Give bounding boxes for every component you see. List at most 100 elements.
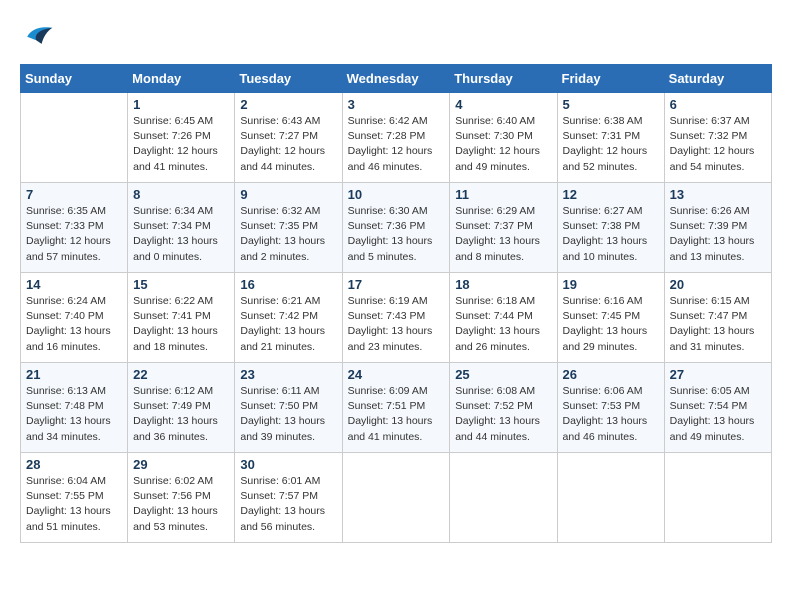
day-number: 5 <box>563 97 659 112</box>
calendar-cell <box>557 453 664 543</box>
day-info: Sunrise: 6:26 AMSunset: 7:39 PMDaylight:… <box>670 204 766 265</box>
day-info: Sunrise: 6:42 AMSunset: 7:28 PMDaylight:… <box>348 114 445 175</box>
day-info: Sunrise: 6:35 AMSunset: 7:33 PMDaylight:… <box>26 204 122 265</box>
column-header-sunday: Sunday <box>21 65 128 93</box>
day-number: 21 <box>26 367 122 382</box>
day-number: 17 <box>348 277 445 292</box>
day-number: 4 <box>455 97 551 112</box>
day-number: 18 <box>455 277 551 292</box>
calendar-cell: 29 Sunrise: 6:02 AMSunset: 7:56 PMDayligh… <box>128 453 235 543</box>
calendar-header-row: SundayMondayTuesdayWednesdayThursdayFrid… <box>21 65 772 93</box>
calendar-cell: 1 Sunrise: 6:45 AMSunset: 7:26 PMDaylight… <box>128 93 235 183</box>
day-number: 25 <box>455 367 551 382</box>
day-number: 13 <box>670 187 766 202</box>
day-number: 23 <box>240 367 336 382</box>
column-header-saturday: Saturday <box>664 65 771 93</box>
day-info: Sunrise: 6:08 AMSunset: 7:52 PMDaylight:… <box>455 384 551 445</box>
calendar-cell: 11Sunrise: 6:29 AMSunset: 7:37 PMDayligh… <box>450 183 557 273</box>
day-number: 11 <box>455 187 551 202</box>
day-info: Sunrise: 6:45 AMSunset: 7:26 PMDaylight:… <box>133 114 229 175</box>
day-number: 27 <box>670 367 766 382</box>
calendar-cell: 21 Sunrise: 6:13 AMSunset: 7:48 PMDayligh… <box>21 363 128 453</box>
calendar-week-row: 1 Sunrise: 6:45 AMSunset: 7:26 PMDaylight… <box>21 93 772 183</box>
calendar-week-row: 14 Sunrise: 6:24 AMSunset: 7:40 PMDayligh… <box>21 273 772 363</box>
day-number: 1 <box>133 97 229 112</box>
day-info: Sunrise: 6:06 AMSunset: 7:53 PMDaylight:… <box>563 384 659 445</box>
logo <box>20 20 62 48</box>
day-number: 14 <box>26 277 122 292</box>
day-info: Sunrise: 6:18 AMSunset: 7:44 PMDaylight:… <box>455 294 551 355</box>
calendar-cell: 5Sunrise: 6:38 AMSunset: 7:31 PMDaylight… <box>557 93 664 183</box>
column-header-monday: Monday <box>128 65 235 93</box>
calendar-cell: 3 Sunrise: 6:42 AMSunset: 7:28 PMDaylight… <box>342 93 450 183</box>
calendar-cell: 8Sunrise: 6:34 AMSunset: 7:34 PMDaylight… <box>128 183 235 273</box>
day-number: 30 <box>240 457 336 472</box>
calendar-week-row: 7 Sunrise: 6:35 AMSunset: 7:33 PMDaylight… <box>21 183 772 273</box>
day-info: Sunrise: 6:37 AMSunset: 7:32 PMDaylight:… <box>670 114 766 175</box>
calendar-week-row: 28 Sunrise: 6:04 AMSunset: 7:55 PMDayligh… <box>21 453 772 543</box>
calendar-week-row: 21 Sunrise: 6:13 AMSunset: 7:48 PMDayligh… <box>21 363 772 453</box>
day-info: Sunrise: 6:16 AMSunset: 7:45 PMDaylight:… <box>563 294 659 355</box>
calendar-cell: 16 Sunrise: 6:21 AMSunset: 7:42 PMDayligh… <box>235 273 342 363</box>
column-header-friday: Friday <box>557 65 664 93</box>
calendar-cell: 14 Sunrise: 6:24 AMSunset: 7:40 PMDayligh… <box>21 273 128 363</box>
day-number: 2 <box>240 97 336 112</box>
day-number: 16 <box>240 277 336 292</box>
day-info: Sunrise: 6:30 AMSunset: 7:36 PMDaylight:… <box>348 204 445 265</box>
day-info: Sunrise: 6:40 AMSunset: 7:30 PMDaylight:… <box>455 114 551 175</box>
calendar-cell <box>21 93 128 183</box>
column-header-wednesday: Wednesday <box>342 65 450 93</box>
day-info: Sunrise: 6:43 AMSunset: 7:27 PMDaylight:… <box>240 114 336 175</box>
day-info: Sunrise: 6:12 AMSunset: 7:49 PMDaylight:… <box>133 384 229 445</box>
day-number: 24 <box>348 367 445 382</box>
day-info: Sunrise: 6:05 AMSunset: 7:54 PMDaylight:… <box>670 384 766 445</box>
calendar-cell: 2 Sunrise: 6:43 AMSunset: 7:27 PMDaylight… <box>235 93 342 183</box>
calendar-cell: 26 Sunrise: 6:06 AMSunset: 7:53 PMDayligh… <box>557 363 664 453</box>
calendar-cell: 25 Sunrise: 6:08 AMSunset: 7:52 PMDayligh… <box>450 363 557 453</box>
column-header-tuesday: Tuesday <box>235 65 342 93</box>
calendar-cell: 17 Sunrise: 6:19 AMSunset: 7:43 PMDayligh… <box>342 273 450 363</box>
day-info: Sunrise: 6:21 AMSunset: 7:42 PMDaylight:… <box>240 294 336 355</box>
day-info: Sunrise: 6:15 AMSunset: 7:47 PMDaylight:… <box>670 294 766 355</box>
page-header <box>20 20 772 48</box>
day-info: Sunrise: 6:02 AMSunset: 7:56 PMDaylight:… <box>133 474 229 535</box>
calendar-cell: 15Sunrise: 6:22 AMSunset: 7:41 PMDayligh… <box>128 273 235 363</box>
column-header-thursday: Thursday <box>450 65 557 93</box>
day-info: Sunrise: 6:13 AMSunset: 7:48 PMDaylight:… <box>26 384 122 445</box>
day-number: 7 <box>26 187 122 202</box>
day-info: Sunrise: 6:19 AMSunset: 7:43 PMDaylight:… <box>348 294 445 355</box>
calendar-cell: 10Sunrise: 6:30 AMSunset: 7:36 PMDayligh… <box>342 183 450 273</box>
calendar-cell: 24 Sunrise: 6:09 AMSunset: 7:51 PMDayligh… <box>342 363 450 453</box>
day-info: Sunrise: 6:01 AMSunset: 7:57 PMDaylight:… <box>240 474 336 535</box>
calendar-cell: 28 Sunrise: 6:04 AMSunset: 7:55 PMDayligh… <box>21 453 128 543</box>
day-number: 15 <box>133 277 229 292</box>
day-number: 22 <box>133 367 229 382</box>
day-number: 28 <box>26 457 122 472</box>
calendar-cell: 18 Sunrise: 6:18 AMSunset: 7:44 PMDayligh… <box>450 273 557 363</box>
calendar-table: SundayMondayTuesdayWednesdayThursdayFrid… <box>20 64 772 543</box>
day-info: Sunrise: 6:04 AMSunset: 7:55 PMDaylight:… <box>26 474 122 535</box>
calendar-cell: 6Sunrise: 6:37 AMSunset: 7:32 PMDaylight… <box>664 93 771 183</box>
day-number: 20 <box>670 277 766 292</box>
day-number: 29 <box>133 457 229 472</box>
day-info: Sunrise: 6:24 AMSunset: 7:40 PMDaylight:… <box>26 294 122 355</box>
calendar-cell <box>664 453 771 543</box>
calendar-cell <box>450 453 557 543</box>
day-number: 12 <box>563 187 659 202</box>
day-info: Sunrise: 6:11 AMSunset: 7:50 PMDaylight:… <box>240 384 336 445</box>
calendar-cell: 19 Sunrise: 6:16 AMSunset: 7:45 PMDayligh… <box>557 273 664 363</box>
calendar-cell: 9Sunrise: 6:32 AMSunset: 7:35 PMDaylight… <box>235 183 342 273</box>
calendar-cell: 22 Sunrise: 6:12 AMSunset: 7:49 PMDayligh… <box>128 363 235 453</box>
day-number: 3 <box>348 97 445 112</box>
calendar-cell: 12Sunrise: 6:27 AMSunset: 7:38 PMDayligh… <box>557 183 664 273</box>
calendar-cell: 7 Sunrise: 6:35 AMSunset: 7:33 PMDaylight… <box>21 183 128 273</box>
day-info: Sunrise: 6:09 AMSunset: 7:51 PMDaylight:… <box>348 384 445 445</box>
day-number: 19 <box>563 277 659 292</box>
calendar-cell <box>342 453 450 543</box>
day-info: Sunrise: 6:32 AMSunset: 7:35 PMDaylight:… <box>240 204 336 265</box>
day-number: 26 <box>563 367 659 382</box>
day-number: 8 <box>133 187 229 202</box>
calendar-cell: 20 Sunrise: 6:15 AMSunset: 7:47 PMDayligh… <box>664 273 771 363</box>
logo-icon <box>20 20 56 48</box>
calendar-cell: 13 Sunrise: 6:26 AMSunset: 7:39 PMDayligh… <box>664 183 771 273</box>
